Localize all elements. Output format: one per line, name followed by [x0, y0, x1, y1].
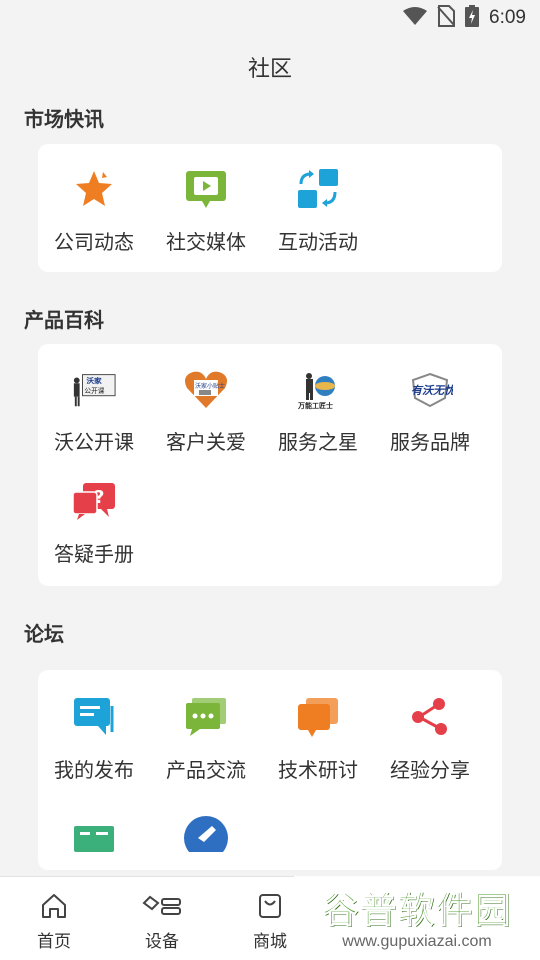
service-brand-image: 有沃无忧: [407, 366, 453, 412]
discussion-icon: [295, 694, 341, 740]
tile-label: 答疑手册: [54, 542, 134, 566]
market-news-card: 公司动态 社交媒体 互动活动: [38, 144, 502, 272]
watermark-url: www.gupuxiazai.com: [342, 933, 492, 950]
svg-text:沃家: 沃家: [86, 375, 102, 385]
share-icon: [407, 694, 453, 740]
no-sim-icon: [437, 5, 456, 31]
faq-manual-tile[interactable]: ? 答疑手册: [38, 470, 150, 582]
home-icon: [40, 893, 68, 923]
company-news-tile[interactable]: 公司动态: [38, 158, 150, 270]
svg-text:公开课: 公开课: [84, 386, 104, 395]
section-title-forum: 论坛: [24, 621, 64, 646]
question-icon: ?: [71, 478, 117, 524]
video-chat-icon: [183, 166, 229, 212]
tile-label: 互动活动: [278, 230, 358, 254]
product-wiki-card: 沃家 公开课 沃公开课 沃家小贴士 客户关爱 万能工匠士 服务之星 有沃无忧 服务…: [38, 344, 502, 586]
tab-device[interactable]: 设备: [108, 877, 216, 960]
product-exchange-tile[interactable]: 产品交流: [150, 686, 262, 798]
tile-label: 产品交流: [166, 758, 246, 782]
svg-text:有沃无忧: 有沃无忧: [411, 384, 453, 397]
tab-label: 设备: [145, 932, 179, 952]
exchange-icon: [295, 166, 341, 212]
svg-text:万能工匠士: 万能工匠士: [297, 401, 333, 410]
forum-card: 我的发布 产品交流 技术研讨 经验分享: [38, 670, 502, 870]
watermark-title: 谷普软件园: [321, 889, 512, 931]
clock: 6:09: [489, 7, 526, 28]
interactive-events-tile[interactable]: 互动活动: [262, 158, 374, 270]
tab-label: 商城: [253, 932, 287, 952]
svg-text:?: ?: [94, 487, 104, 508]
status-bar: 6:09: [0, 0, 540, 36]
my-posts-tile[interactable]: 我的发布: [38, 686, 150, 798]
customer-care-tile[interactable]: 沃家小贴士 客户关爱: [150, 358, 262, 470]
service-star-tile[interactable]: 万能工匠士 服务之星: [262, 358, 374, 470]
pin-icon: [183, 809, 229, 855]
tile-label: 沃公开课: [54, 430, 134, 454]
chat-dots-icon: [183, 694, 229, 740]
my-post-icon: [71, 694, 117, 740]
forum-extra-tile-2[interactable]: [150, 801, 262, 861]
tile-label: 我的发布: [54, 758, 134, 782]
tile-label: 客户关爱: [166, 430, 246, 454]
watermark: 谷普软件园 www.gupuxiazai.com: [294, 876, 540, 956]
tab-home[interactable]: 首页: [0, 877, 108, 960]
tab-label: 首页: [37, 932, 71, 952]
page-title: 社区: [247, 57, 292, 82]
svg-text:沃家小贴士: 沃家小贴士: [195, 382, 225, 390]
tech-discussion-tile[interactable]: 技术研讨: [262, 686, 374, 798]
customer-care-image: 沃家小贴士: [183, 366, 229, 412]
experience-sharing-tile[interactable]: 经验分享: [374, 686, 486, 798]
open-class-image: 沃家 公开课: [71, 366, 117, 412]
device-icon: [140, 893, 184, 923]
section-title-product-wiki: 产品百科: [24, 307, 104, 332]
tile-label: 服务品牌: [390, 430, 470, 454]
section-title-market-news: 市场快讯: [24, 106, 104, 131]
tile-label: 社交媒体: [166, 230, 246, 254]
document-icon: [71, 809, 117, 855]
service-star-image: 万能工匠士: [295, 366, 341, 412]
tile-label: 经验分享: [390, 758, 470, 782]
tile-label: 公司动态: [54, 230, 134, 254]
wifi-icon: [403, 6, 428, 30]
tile-label: 技术研讨: [278, 758, 358, 782]
social-media-tile[interactable]: 社交媒体: [150, 158, 262, 270]
forum-extra-tile-1[interactable]: [38, 801, 150, 861]
service-brand-tile[interactable]: 有沃无忧 服务品牌: [374, 358, 486, 470]
open-class-tile[interactable]: 沃家 公开课 沃公开课: [38, 358, 150, 470]
tile-label: 服务之星: [278, 430, 358, 454]
shopping-bag-icon: [256, 893, 284, 923]
battery-charging-icon: [465, 5, 480, 31]
star-icon: [71, 166, 117, 212]
